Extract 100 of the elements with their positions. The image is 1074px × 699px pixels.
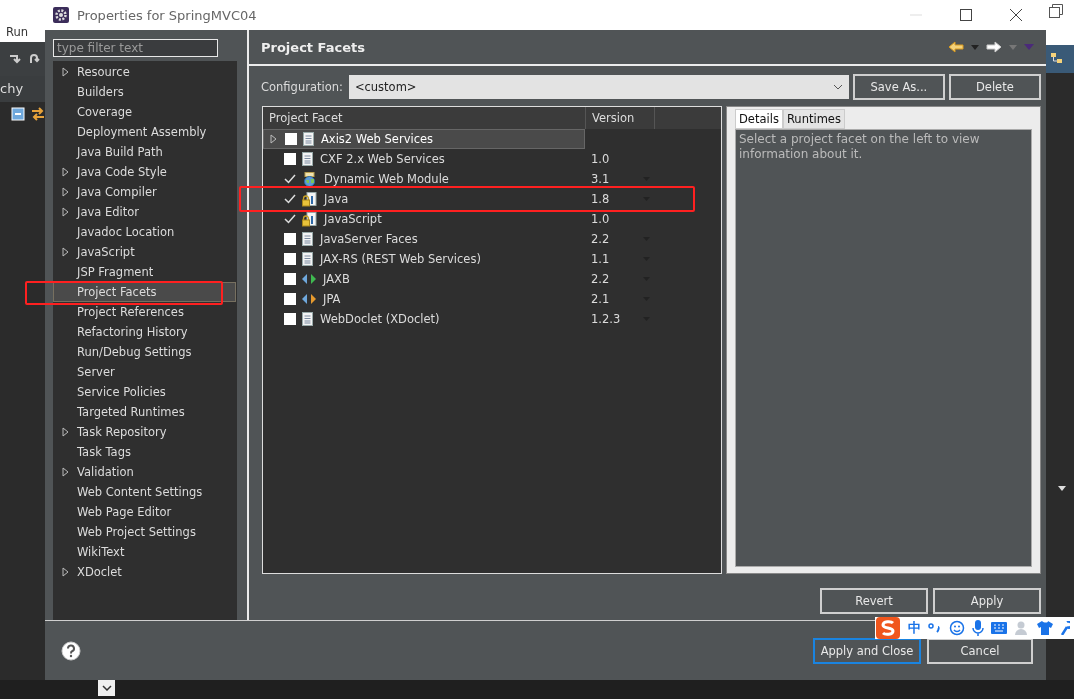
redo-icon[interactable] bbox=[28, 53, 42, 65]
document-icon bbox=[303, 132, 314, 146]
table-cell[interactable]: 1.8 bbox=[591, 192, 610, 206]
sidebar-item[interactable]: Builders bbox=[53, 82, 236, 102]
table-cell[interactable]: 1.0 bbox=[591, 212, 610, 226]
view-tab[interactable]: chy bbox=[0, 76, 45, 102]
table-cell[interactable]: JPA bbox=[263, 289, 585, 309]
table-cell[interactable]: Java bbox=[263, 189, 585, 209]
smiley-icon[interactable] bbox=[949, 620, 965, 636]
table-cell[interactable]: Dynamic Web Module bbox=[263, 169, 585, 189]
sidebar-item[interactable]: Java Editor bbox=[53, 202, 236, 222]
checkbox[interactable] bbox=[284, 313, 296, 325]
sidebar-item[interactable]: Service Policies bbox=[53, 382, 236, 402]
filter-field[interactable]: type filter text bbox=[53, 39, 218, 57]
checkbox[interactable] bbox=[284, 233, 296, 245]
dialog-button[interactable]: Apply bbox=[933, 588, 1041, 614]
checkbox[interactable] bbox=[284, 193, 296, 205]
table-cell[interactable]: 2.1 bbox=[591, 292, 610, 306]
table-cell[interactable]: 1.1 bbox=[591, 252, 610, 266]
document-icon bbox=[302, 252, 313, 266]
menu-item[interactable]: Run bbox=[6, 25, 29, 39]
table-cell[interactable]: 3.1 bbox=[591, 172, 610, 186]
details-text: Select a project facet on the left to view information about it. bbox=[739, 132, 980, 161]
sidebar-item[interactable]: Validation bbox=[53, 462, 236, 482]
checkbox[interactable] bbox=[285, 133, 297, 145]
table-cell[interactable]: 1.0 bbox=[591, 152, 610, 166]
keyboard-icon[interactable] bbox=[991, 622, 1007, 634]
sidebar-item[interactable]: JavaScript bbox=[53, 242, 236, 262]
caret-icon[interactable] bbox=[1058, 486, 1066, 491]
sidebar-item[interactable]: Server bbox=[53, 362, 236, 382]
sidebar-item[interactable]: Run/Debug Settings bbox=[53, 342, 236, 362]
dialog-button[interactable]: Revert bbox=[820, 588, 928, 614]
checkbox[interactable] bbox=[284, 153, 296, 165]
table-cell[interactable]: CXF 2.x Web Services bbox=[263, 149, 585, 169]
punctuation-icon[interactable] bbox=[928, 622, 942, 634]
table-cell[interactable]: 2.2 bbox=[591, 272, 610, 286]
help-icon[interactable] bbox=[61, 640, 81, 661]
sidebar-item[interactable]: Project References bbox=[53, 302, 236, 322]
hierarchy-icon[interactable] bbox=[1050, 51, 1064, 65]
table-cell[interactable]: JavaServer Faces bbox=[263, 229, 585, 249]
sidebar-item[interactable]: XDoclet bbox=[53, 562, 236, 582]
sidebar-item[interactable]: Resource bbox=[53, 62, 236, 82]
column-header[interactable]: Version bbox=[586, 107, 655, 129]
caret-icon bbox=[101, 685, 112, 691]
table-cell[interactable]: 2.2 bbox=[591, 232, 610, 246]
checkbox[interactable] bbox=[284, 213, 296, 225]
table-cell[interactable]: JAX-RS (REST Web Services) bbox=[263, 249, 585, 269]
configuration-dropdown[interactable]: <custom> bbox=[348, 75, 849, 99]
microphone-icon[interactable] bbox=[972, 620, 984, 636]
step-icon[interactable] bbox=[8, 53, 22, 65]
checkbox[interactable] bbox=[284, 293, 296, 305]
dialog-button[interactable]: Delete bbox=[948, 74, 1041, 100]
checkbox[interactable] bbox=[284, 253, 296, 265]
selected-row[interactable]: Axis2 Web Services bbox=[263, 129, 585, 149]
expand-icon[interactable] bbox=[62, 247, 69, 257]
dialog-button[interactable]: Apply and Close bbox=[813, 637, 921, 664]
sidebar-item[interactable]: Java Code Style bbox=[53, 162, 236, 182]
link-icon[interactable] bbox=[31, 107, 45, 121]
sidebar-item[interactable]: JSP Fragment bbox=[53, 262, 236, 282]
s-logo-icon[interactable] bbox=[875, 616, 901, 640]
dialog-button[interactable]: Save As... bbox=[852, 74, 945, 100]
tab[interactable]: Runtimes bbox=[782, 109, 845, 129]
back-arrow-icon[interactable] bbox=[948, 41, 964, 53]
input-mode-toggle[interactable]: 中 bbox=[908, 619, 921, 637]
table-cell[interactable]: JavaScript bbox=[263, 209, 585, 229]
chevron-icon[interactable] bbox=[832, 84, 843, 90]
table-cell[interactable]: WebDoclet (XDoclet) bbox=[263, 309, 585, 329]
table-cell[interactable]: 1.2.3 bbox=[591, 312, 621, 326]
sidebar-item[interactable]: Task Tags bbox=[53, 442, 236, 462]
sidebar-item[interactable]: Deployment Assembly bbox=[53, 122, 236, 142]
sidebar-item[interactable]: Project Facets bbox=[53, 282, 236, 302]
restore-icon[interactable] bbox=[1049, 4, 1063, 18]
combo-field[interactable] bbox=[98, 680, 115, 696]
sidebar-item[interactable]: Web Project Settings bbox=[53, 522, 236, 542]
sidebar-item[interactable]: Java Build Path bbox=[53, 142, 236, 162]
sidebar-item[interactable]: Web Content Settings bbox=[53, 482, 236, 502]
sidebar-item[interactable]: Java Compiler bbox=[53, 182, 236, 202]
sidebar-item[interactable]: Web Page Editor bbox=[53, 502, 236, 522]
wrench-icon[interactable] bbox=[1060, 621, 1070, 635]
forward-arrow-icon[interactable] bbox=[986, 41, 1002, 53]
expand-icon[interactable] bbox=[62, 427, 69, 437]
sidebar-item[interactable]: Javadoc Location bbox=[53, 222, 236, 242]
table-cell[interactable]: JAXB bbox=[263, 269, 585, 289]
checkbox[interactable] bbox=[284, 273, 296, 285]
expand-icon[interactable] bbox=[270, 134, 277, 144]
maximize-icon[interactable] bbox=[960, 9, 972, 21]
expand-icon[interactable] bbox=[62, 467, 69, 477]
sidebar-item[interactable]: Refactoring History bbox=[53, 322, 236, 342]
sidebar-item[interactable]: Targeted Runtimes bbox=[53, 402, 236, 422]
tab[interactable]: Details bbox=[735, 109, 783, 129]
sidebar-item[interactable]: WikiText bbox=[53, 542, 236, 562]
dialog-button[interactable]: Cancel bbox=[927, 637, 1033, 664]
shirt-icon[interactable] bbox=[1037, 621, 1053, 635]
collapse-icon[interactable] bbox=[11, 107, 25, 121]
close-icon[interactable] bbox=[1010, 9, 1022, 21]
checkbox[interactable] bbox=[284, 173, 296, 185]
sidebar-item[interactable]: Coverage bbox=[53, 102, 236, 122]
expand-icon[interactable] bbox=[62, 67, 69, 77]
expand-icon[interactable] bbox=[62, 567, 69, 577]
sidebar-item[interactable]: Task Repository bbox=[53, 422, 236, 442]
